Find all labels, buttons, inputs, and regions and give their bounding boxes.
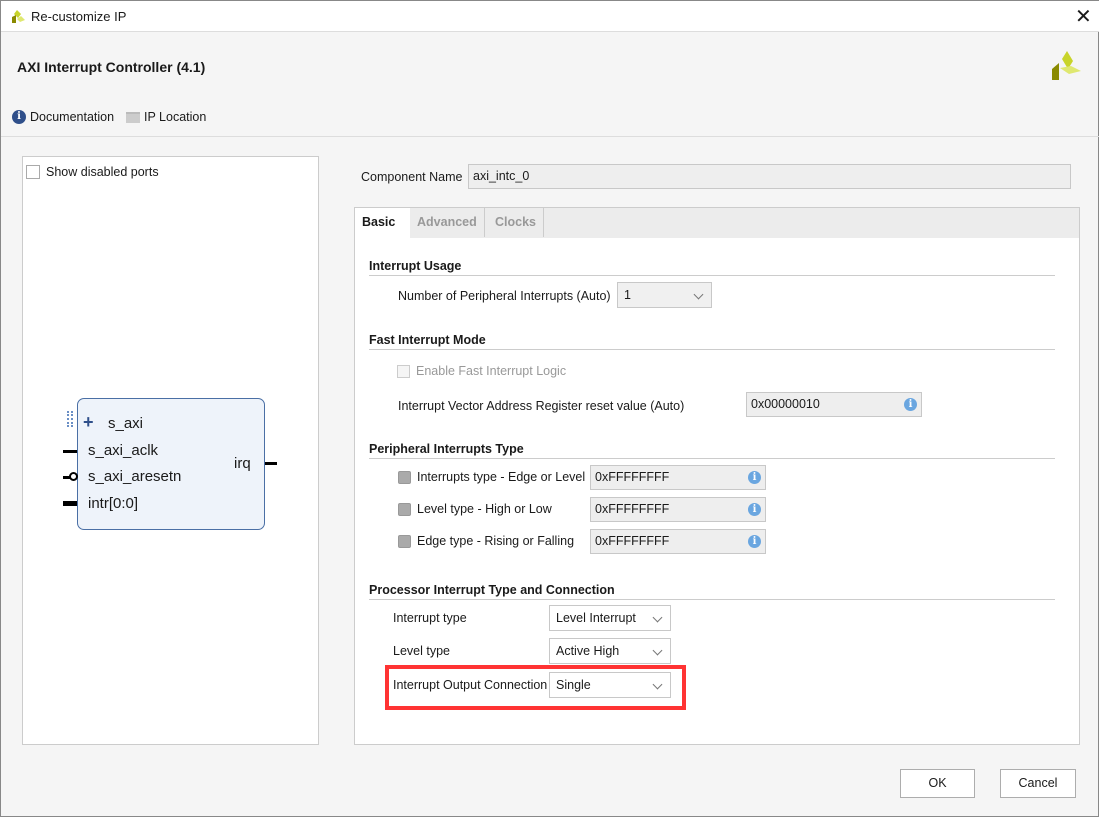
processor-row-label: Interrupt type (393, 611, 467, 625)
peripheral-row-input[interactable]: 0xFFFFFFFF i (590, 465, 766, 490)
ip-block[interactable]: + s_axi s_axi_aclk s_axi_aresetn intr[0:… (77, 398, 265, 530)
documentation-link[interactable]: i Documentation (12, 110, 114, 124)
pin-irq (265, 462, 277, 465)
show-disabled-ports-checkbox[interactable]: Show disabled ports (26, 165, 159, 179)
bus-pin (67, 411, 73, 427)
peripheral-row-label: Edge type - Rising or Falling (417, 534, 575, 548)
select-value: Active High (556, 644, 620, 658)
field-value: 0x00000010 (751, 397, 820, 411)
pin-intr (63, 501, 77, 506)
ip-location-link[interactable]: IP Location (126, 110, 206, 124)
expand-icon[interactable]: + (83, 412, 94, 433)
cancel-button[interactable]: Cancel (1000, 769, 1076, 798)
tab-advanced[interactable]: Advanced (410, 208, 485, 237)
documentation-label: Documentation (30, 110, 115, 124)
divider (369, 599, 1055, 600)
checkbox-label: Enable Fast Interrupt Logic (416, 364, 567, 378)
port-irq: irq (234, 455, 251, 472)
divider (369, 275, 1055, 276)
checkbox[interactable] (26, 165, 40, 179)
port-s-axi-aresetn: s_axi_aresetn (88, 468, 182, 485)
chevron-down-icon (652, 645, 663, 656)
port-s-axi-aclk: s_axi_aclk (88, 442, 159, 459)
page-title: AXI Interrupt Controller (4.1) (17, 59, 206, 75)
section-interrupt-usage: Interrupt Usage (369, 259, 462, 273)
lock-icon (398, 471, 411, 484)
info-icon[interactable]: i (748, 471, 761, 484)
divider (369, 458, 1055, 459)
info-icon[interactable]: i (748, 535, 761, 548)
enable-fast-interrupt-checkbox[interactable]: Enable Fast Interrupt Logic (397, 364, 566, 378)
checkbox-label: Show disabled ports (46, 165, 159, 179)
section-processor-interrupt: Processor Interrupt Type and Connection (369, 583, 615, 597)
symbol-panel: Show disabled ports + s_axi s_axi_aclk s… (22, 156, 319, 745)
processor-row-select[interactable]: Level Interrupt (549, 605, 671, 631)
ivar-label: Interrupt Vector Address Register reset … (398, 399, 685, 413)
select-value: 1 (624, 288, 631, 302)
window-title: Re-customize IP (31, 9, 127, 24)
peripheral-row-input[interactable]: 0xFFFFFFFF i (590, 497, 766, 522)
title-bar: Re-customize IP ✕ (1, 1, 1099, 32)
divider (369, 349, 1055, 350)
checkbox[interactable] (397, 364, 410, 378)
tab-basic[interactable]: Basic (355, 208, 410, 238)
highlight-box (385, 665, 686, 710)
info-icon: i (12, 110, 26, 124)
ivar-input[interactable]: 0x00000010 i (746, 392, 922, 417)
peripheral-row-label: Level type - High or Low (417, 502, 552, 516)
peripheral-row-label: Interrupts type - Edge or Level (417, 470, 586, 484)
invert-bubble (69, 472, 78, 481)
port-s-axi: s_axi (108, 415, 144, 432)
close-icon[interactable]: ✕ (1075, 4, 1092, 29)
component-name-label: Component Name (361, 170, 463, 184)
select-value: Level Interrupt (556, 611, 636, 625)
lock-icon (398, 503, 411, 516)
chevron-down-icon (652, 612, 663, 623)
tab-clocks[interactable]: Clocks (488, 208, 544, 237)
section-peripheral-type: Peripheral Interrupts Type (369, 442, 524, 456)
chevron-down-icon (693, 289, 704, 300)
num-interrupts-select[interactable]: 1 (617, 282, 712, 308)
info-icon[interactable]: i (748, 503, 761, 516)
pin-aclk (63, 450, 77, 453)
xilinx-logo-icon (1052, 51, 1081, 80)
component-name-input[interactable]: axi_intc_0 (468, 164, 1071, 189)
processor-row-select[interactable]: Active High (549, 638, 671, 664)
xilinx-logo-icon (12, 10, 25, 23)
folder-icon (126, 111, 140, 123)
lock-icon (398, 535, 411, 548)
ok-button[interactable]: OK (900, 769, 975, 798)
divider (1, 136, 1099, 137)
field-value: 0xFFFFFFFF (595, 502, 670, 516)
processor-row-label: Level type (393, 644, 450, 658)
port-intr: intr[0:0] (88, 495, 139, 512)
field-value: 0xFFFFFFFF (595, 534, 670, 548)
num-interrupts-label: Number of Peripheral Interrupts (Auto) (398, 289, 611, 303)
peripheral-row-input[interactable]: 0xFFFFFFFF i (590, 529, 766, 554)
field-value: 0xFFFFFFFF (595, 470, 670, 484)
ip-location-label: IP Location (144, 110, 207, 124)
info-icon[interactable]: i (904, 398, 917, 411)
section-fast-interrupt: Fast Interrupt Mode (369, 333, 486, 347)
